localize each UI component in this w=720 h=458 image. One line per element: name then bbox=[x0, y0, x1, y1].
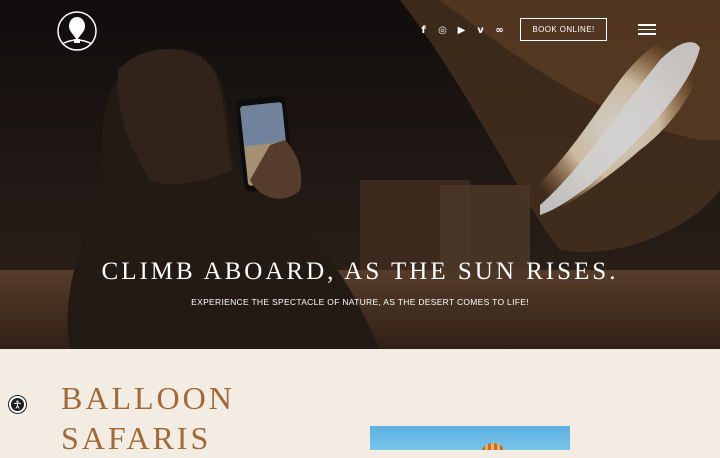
hero-subheadline: EXPERIENCE THE SPECTACLE OF NATURE, AS T… bbox=[191, 297, 529, 307]
hero-headline: CLIMB ABOARD, AS THE SUN RISES. bbox=[101, 258, 619, 285]
site-logo[interactable] bbox=[56, 10, 98, 52]
facebook-icon[interactable]: f bbox=[414, 22, 433, 38]
menu-icon[interactable] bbox=[638, 24, 656, 36]
accessibility-icon[interactable] bbox=[9, 396, 26, 413]
balloon-image bbox=[482, 443, 504, 450]
balloon-photo bbox=[370, 426, 570, 450]
hero-banner: f ◎ ▶ v ∞ BOOK ONLINE! CLIMB ABOARD, AS … bbox=[0, 0, 720, 349]
instagram-icon[interactable]: ◎ bbox=[433, 22, 452, 38]
tripadvisor-icon[interactable]: ∞ bbox=[490, 22, 509, 38]
social-links: f ◎ ▶ v ∞ bbox=[414, 22, 509, 38]
youtube-icon[interactable]: ▶ bbox=[452, 22, 471, 38]
vimeo-icon[interactable]: v bbox=[471, 22, 490, 38]
section-title-line2: SAFARIS bbox=[61, 420, 212, 456]
section-title-line1: BALLOON bbox=[61, 380, 235, 416]
section-title: BALLOON SAFARIS bbox=[61, 378, 235, 458]
book-online-button[interactable]: BOOK ONLINE! bbox=[520, 18, 607, 41]
